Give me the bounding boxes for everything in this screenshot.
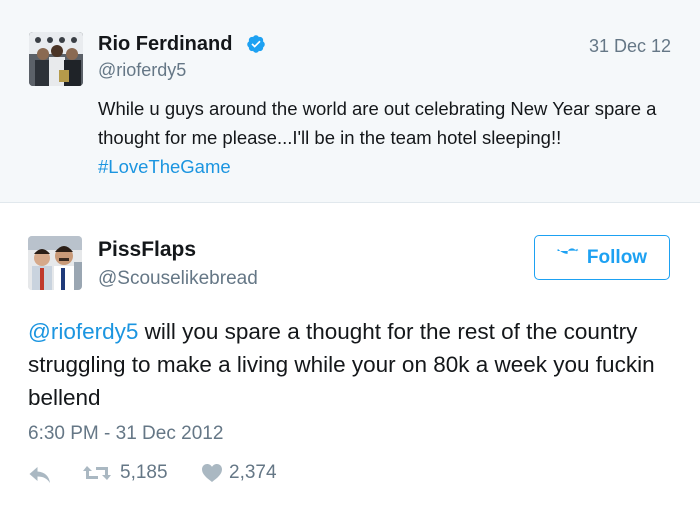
- tweet-actions: 5,185 2,374: [28, 460, 277, 490]
- tweet-timestamp[interactable]: 6:30 PM - 31 Dec 2012: [28, 423, 223, 445]
- twitter-bird-icon: [557, 248, 579, 254]
- retweet-count: 5,185: [120, 462, 168, 483]
- mention-link[interactable]: @rioferdy5: [28, 319, 138, 344]
- quoted-author-name[interactable]: Rio Ferdinand: [98, 33, 232, 56]
- quoted-tweet-date[interactable]: 31 Dec 12: [589, 36, 671, 57]
- like-button[interactable]: 2,374: [201, 462, 277, 484]
- rio-ferdinand-avatar[interactable]: [29, 32, 83, 86]
- quoted-author-handle[interactable]: @rioferdy5: [98, 60, 186, 81]
- reply-icon: [29, 467, 50, 483]
- follow-label: Follow: [586, 246, 648, 268]
- pissflaps-avatar[interactable]: [28, 236, 82, 290]
- author-name[interactable]: PissFlaps: [98, 238, 196, 262]
- verified-badge-icon: [247, 35, 265, 53]
- hashtag-link[interactable]: #LoveTheGame: [98, 156, 231, 177]
- quoted-tweet-body: While u guys around the world are out ce…: [98, 98, 657, 148]
- follow-button[interactable]: Follow: [534, 235, 670, 280]
- tweet-text: @rioferdy5 will you spare a thought for …: [28, 315, 668, 414]
- heart-icon: [202, 464, 222, 482]
- author-handle[interactable]: @Scouselikebread: [98, 268, 258, 290]
- retweet-button[interactable]: 5,185: [82, 462, 168, 484]
- reply-button[interactable]: [28, 464, 52, 486]
- quoted-tweet-text: While u guys around the world are out ce…: [98, 94, 658, 181]
- like-count: 2,374: [229, 462, 277, 483]
- retweet-icon: [83, 466, 111, 480]
- quoted-tweet[interactable]: Rio Ferdinand @rioferdy5 31 Dec 12 While…: [0, 0, 700, 203]
- reply-tweet: PissFlaps @Scouselikebread Follow @riofe…: [0, 204, 700, 509]
